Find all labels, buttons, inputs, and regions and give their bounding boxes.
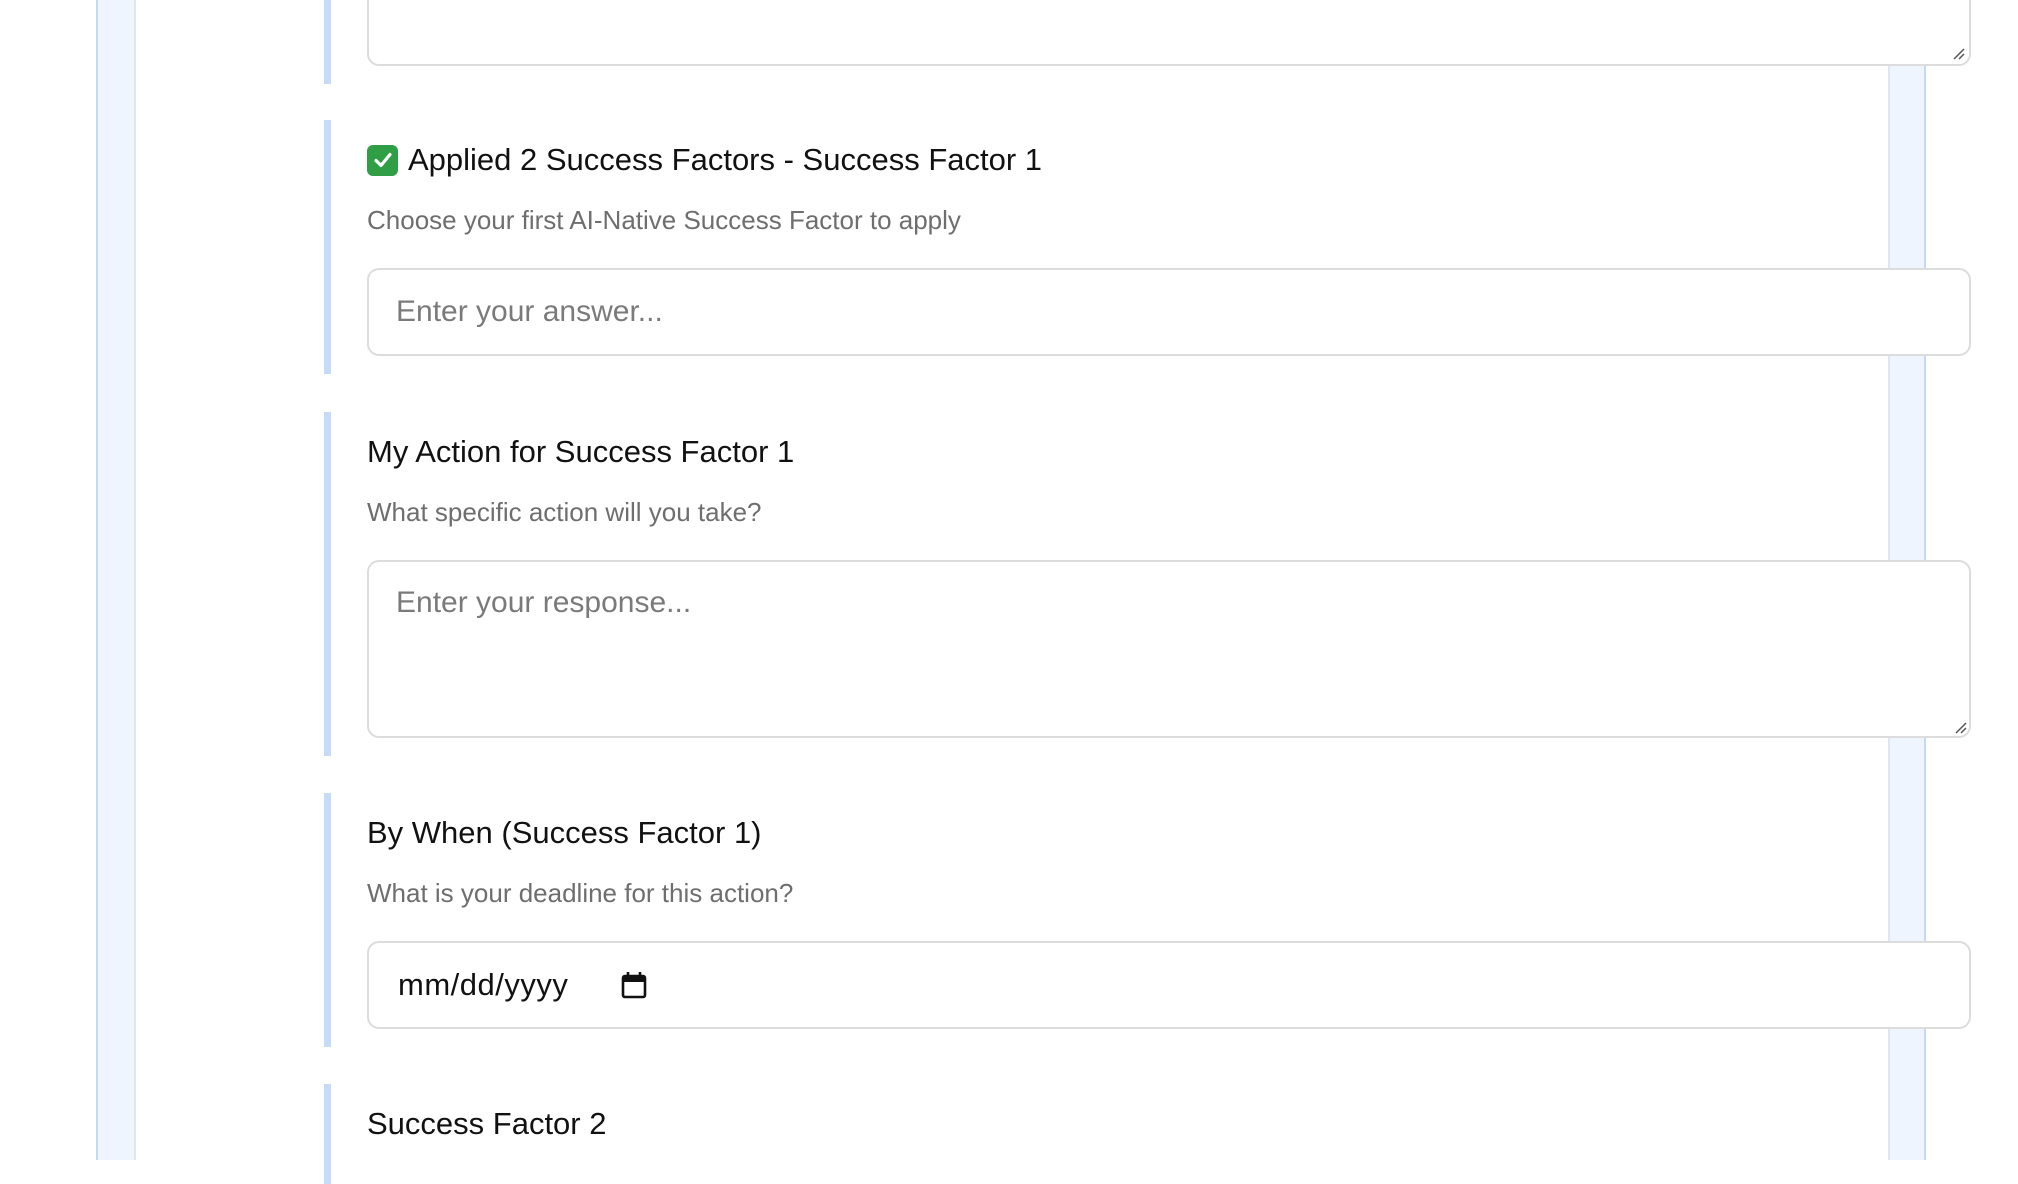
check-mark-button-icon xyxy=(367,144,398,176)
question-title: My Action for Success Factor 1 xyxy=(367,434,795,469)
question-action-success-factor-1: My Action for Success Factor 1 What spec… xyxy=(324,412,1972,756)
deadline-date-input[interactable]: mm/dd/yyyy xyxy=(367,941,1971,1029)
resize-grip-icon[interactable] xyxy=(1951,718,1967,734)
resize-grip-icon[interactable] xyxy=(1949,44,1965,60)
question-description: What is your deadline for this action? xyxy=(367,878,794,908)
question-title: Success Factor 2 xyxy=(367,1106,607,1141)
question-title-text: Applied 2 Success Factors - Success Fact… xyxy=(408,142,1043,177)
question-by-when-success-factor-1: By When (Success Factor 1) What is your … xyxy=(324,793,1972,1047)
question-title: Applied 2 Success Factors - Success Fact… xyxy=(367,142,1042,178)
question-previous xyxy=(324,0,1972,84)
action-response-textarea[interactable] xyxy=(367,560,1971,738)
previous-response-textarea[interactable] xyxy=(367,0,1971,66)
question-description: Choose your first AI-Native Success Fact… xyxy=(367,205,961,235)
date-format-text: mm/dd/yyyy xyxy=(398,967,569,1002)
success-factor-1-input[interactable] xyxy=(367,268,1971,356)
question-description: What specific action will you take? xyxy=(367,497,762,527)
calendar-icon[interactable] xyxy=(620,970,648,1000)
form-card: Applied 2 Success Factors - Success Fact… xyxy=(134,0,1971,1184)
question-success-factor-2: Success Factor 2 xyxy=(324,1084,1972,1184)
question-title: By When (Success Factor 1) xyxy=(367,815,762,850)
question-success-factor-1: Applied 2 Success Factors - Success Fact… xyxy=(324,120,1972,374)
